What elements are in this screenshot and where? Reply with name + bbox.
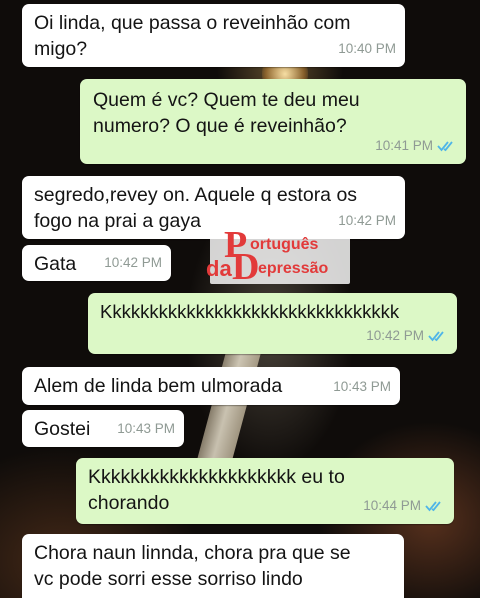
message-bubble-incoming[interactable]: Gostei 10:43 PM (22, 410, 184, 447)
message-text: Alem de linda bem ulmorada (34, 375, 283, 397)
message-text: Chora naun linnda, chora pra que se vc p… (34, 542, 351, 590)
message-time: 10:42 PM (104, 255, 162, 270)
watermark-word-2: epressão (258, 260, 329, 277)
message-time: 10:41 PM (375, 133, 457, 159)
double-check-read-icon (437, 141, 453, 152)
message-bubble-outgoing[interactable]: Kkkkkkkkkkkkkkkkkkkkk eu to chorando 10:… (76, 458, 454, 524)
message-text: Oi linda, que passa o reveinhão com migo… (34, 12, 351, 60)
message-text: Kkkkkkkkkkkkkkkkkkkkk eu to chorando (88, 466, 345, 514)
message-time: 10:44 PM (363, 493, 445, 519)
watermark-word-1: ortuguês (250, 236, 319, 253)
message-text: Quem é vc? Quem te deu meu numero? O que… (93, 89, 360, 137)
message-bubble-incoming[interactable]: Alem de linda bem ulmorada 10:43 PM (22, 367, 400, 405)
double-check-read-icon (428, 331, 444, 342)
watermark-letter-d: D (232, 246, 260, 288)
message-bubble-incoming[interactable]: Gata 10:42 PM (22, 245, 171, 281)
message-bubble-incoming[interactable]: Chora naun linnda, chora pra que se vc p… (22, 534, 404, 598)
watermark-logo: P ortuguês da D epressão (202, 226, 354, 288)
message-text: Gata (34, 253, 77, 275)
message-bubble-incoming[interactable]: Oi linda, que passa o reveinhão com migo… (22, 4, 405, 67)
message-text: Gostei (34, 418, 91, 440)
message-bubble-outgoing[interactable]: Kkkkkkkkkkkkkkkkkkkkkkkkkkkkkkkk 10:42 P… (88, 293, 457, 354)
watermark-word-da: da (206, 256, 232, 281)
double-check-read-icon (425, 501, 441, 512)
message-time: 10:43 PM (117, 421, 175, 436)
message-time: 10:43 PM (333, 379, 391, 394)
message-bubble-outgoing[interactable]: Quem é vc? Quem te deu meu numero? O que… (80, 79, 466, 164)
message-text: Kkkkkkkkkkkkkkkkkkkkkkkkkkkkkkkk (100, 301, 400, 322)
message-time: 10:42 PM (366, 323, 448, 349)
message-time: 10:40 PM (338, 41, 396, 56)
